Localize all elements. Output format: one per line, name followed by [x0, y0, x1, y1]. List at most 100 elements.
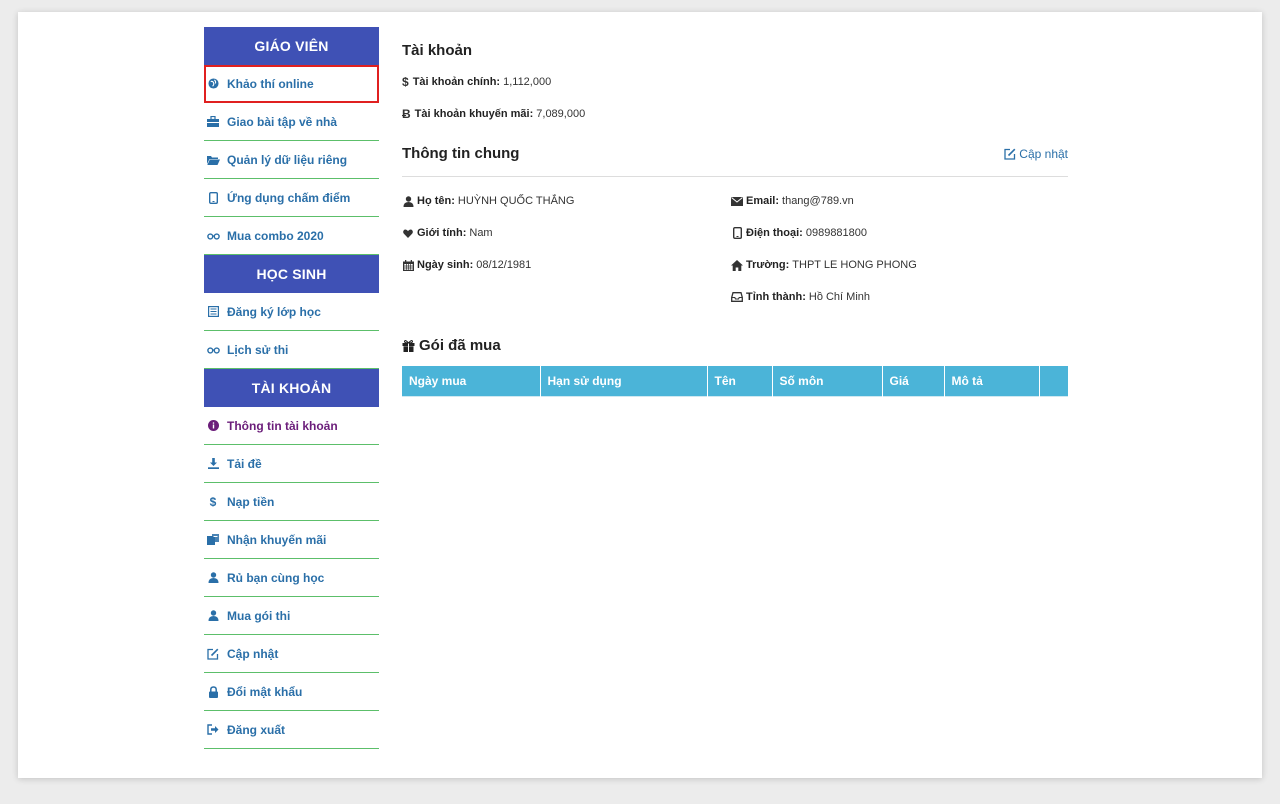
sidebar-item-label: Mua combo 2020	[227, 228, 324, 243]
promo-account-value: 7,089,000	[536, 108, 586, 120]
globe-icon	[206, 77, 220, 91]
update-link-label: Cập nhật	[1019, 146, 1068, 161]
edit-icon	[206, 647, 220, 661]
sidebar-item-label: Khảo thí online	[227, 76, 314, 91]
sidebar-item-label: Đăng xuất	[227, 722, 286, 737]
user-icon	[402, 195, 414, 207]
sidebar-item-label: Nhận khuyến mãi	[227, 532, 327, 547]
sidebar: GIÁO VIÊN Khảo thí online Giao bài tập v…	[204, 27, 379, 749]
sidebar-item-label: Cập nhật	[227, 646, 279, 661]
province-row: Tỉnh thành: Hồ Chí Minh	[731, 281, 1060, 313]
dob-value: 08/12/1981	[476, 259, 532, 271]
general-info-header: Thông tin chung Cập nhật	[402, 145, 1068, 162]
dollar-icon: $	[209, 494, 217, 509]
edit-icon	[1004, 148, 1016, 160]
gender-row: Giới tính: Nam	[402, 217, 731, 249]
packages-header: Gói đã mua	[402, 337, 1068, 354]
glasses-icon	[206, 343, 220, 357]
phone-label: Điện thoại:	[746, 227, 803, 239]
email-value: thang@789.vn	[782, 195, 854, 207]
general-info-grid: Họ tên: HUỲNH QUỐC THẮNG Giới tính: Nam …	[402, 185, 1068, 313]
envelope-icon	[731, 195, 743, 207]
mobile-icon	[731, 227, 743, 239]
logout-icon	[206, 723, 220, 737]
sidebar-item-label: Mua gói thi	[227, 608, 291, 623]
promo-account-line: Ƀ Tài khoản khuyến mãi: 7,089,000	[402, 107, 1068, 121]
inbox-icon	[731, 291, 743, 303]
col-subject-count: Số môn	[772, 366, 883, 396]
download-icon	[206, 457, 220, 471]
col-description: Mô tả	[944, 366, 1040, 396]
sidebar-item-label: Đổi mật khẩu	[227, 684, 303, 699]
province-value: Hồ Chí Minh	[808, 291, 871, 303]
col-purchase-date: Ngày mua	[402, 366, 541, 396]
sidebar-header-teacher: GIÁO VIÊN	[204, 27, 379, 65]
phone-row: Điện thoại: 0989881800	[731, 217, 1060, 249]
heart-icon	[402, 227, 414, 239]
sidebar-item-buy-package[interactable]: Mua gói thi	[204, 597, 379, 635]
col-expiry: Hạn sử dụng	[540, 366, 708, 396]
browser-page: GIÁO VIÊN Khảo thí online Giao bài tập v…	[18, 12, 1262, 778]
user-icon	[206, 609, 220, 623]
mobile-icon	[206, 191, 220, 205]
main-account-value: 1,112,000	[503, 76, 552, 88]
sidebar-item-label: Lịch sử thi	[227, 342, 289, 357]
lock-icon	[206, 685, 220, 699]
sidebar-item-label: Ứng dụng chấm điểm	[227, 190, 351, 205]
gift-icon	[402, 339, 415, 352]
school-row: Trường: THPT LE HONG PHONG	[731, 249, 1060, 281]
sidebar-item-private-data[interactable]: Quản lý dữ liệu riêng	[204, 141, 379, 179]
name-row: Họ tên: HUỲNH QUỐC THẮNG	[402, 185, 731, 217]
briefcase-icon	[206, 115, 220, 129]
dob-row: Ngày sinh: 08/12/1981	[402, 249, 731, 281]
sidebar-item-download-exam[interactable]: Tải đề	[204, 445, 379, 483]
dollar-icon: $	[402, 75, 409, 89]
sidebar-item-label: Thông tin tài khoản	[227, 418, 338, 433]
sidebar-header-student: HỌC SINH	[204, 255, 379, 293]
sidebar-item-account-info[interactable]: Thông tin tài khoản	[204, 407, 379, 445]
promo-account-label: Tài khoản khuyến mãi:	[414, 108, 534, 120]
user-icon	[206, 571, 220, 585]
sidebar-item-invite-friends[interactable]: Rủ bạn cùng học	[204, 559, 379, 597]
sidebar-item-update[interactable]: Cập nhật	[204, 635, 379, 673]
sidebar-item-class-register[interactable]: Đăng ký lớp học	[204, 293, 379, 331]
dob-label: Ngày sinh:	[417, 259, 474, 271]
sidebar-item-online-exam[interactable]: Khảo thí online	[204, 65, 379, 103]
info-icon	[206, 419, 220, 433]
account-title: Tài khoản	[402, 42, 473, 59]
gender-label: Giới tính:	[417, 227, 467, 239]
sidebar-item-top-up[interactable]: $ Nạp tiền	[204, 483, 379, 521]
sidebar-item-homework[interactable]: Giao bài tập về nhà	[204, 103, 379, 141]
sidebar-item-logout[interactable]: Đăng xuất	[204, 711, 379, 749]
sidebar-item-change-password[interactable]: Đổi mật khẩu	[204, 673, 379, 711]
province-label: Tỉnh thành:	[746, 291, 806, 303]
col-name: Tên	[707, 366, 773, 396]
sidebar-item-label: Giao bài tập về nhà	[227, 114, 338, 129]
table-header-row: Ngày mua Hạn sử dụng Tên Số môn Giá Mô t…	[402, 366, 1068, 396]
info-col-left: Họ tên: HUỲNH QUỐC THẮNG Giới tính: Nam …	[402, 185, 731, 313]
folder-icon	[206, 153, 220, 167]
bitcoin-icon: Ƀ	[402, 107, 411, 121]
packages-title: Gói đã mua	[419, 337, 501, 354]
update-info-link[interactable]: Cập nhật	[1004, 147, 1068, 161]
sidebar-item-label: Rủ bạn cùng học	[227, 570, 325, 585]
gender-value: Nam	[469, 227, 493, 239]
sidebar-item-combo-2020[interactable]: Mua combo 2020	[204, 217, 379, 255]
sidebar-item-get-promo[interactable]: Nhận khuyến mãi	[204, 521, 379, 559]
sidebar-item-exam-history[interactable]: Lịch sử thi	[204, 331, 379, 369]
calendar-icon	[402, 259, 414, 271]
col-action	[1039, 366, 1068, 396]
sidebar-header-account: TÀI KHOẢN	[204, 369, 379, 407]
general-info-title: Thông tin chung	[402, 145, 520, 162]
sidebar-item-grading-app[interactable]: Ứng dụng chấm điểm	[204, 179, 379, 217]
phone-value: 0989881800	[805, 227, 868, 239]
main-account-line: $ Tài khoản chính: 1,112,000	[402, 75, 1068, 89]
info-col-right: Email: thang@789.vn Điện thoại: 09898818…	[731, 185, 1060, 313]
gift-coupon-icon	[206, 533, 220, 547]
email-row: Email: thang@789.vn	[731, 185, 1060, 217]
school-value: THPT LE HONG PHONG	[792, 259, 917, 271]
glasses-icon	[206, 229, 220, 243]
name-label: Họ tên:	[417, 195, 455, 207]
email-label: Email:	[746, 195, 780, 207]
list-icon	[206, 305, 220, 319]
